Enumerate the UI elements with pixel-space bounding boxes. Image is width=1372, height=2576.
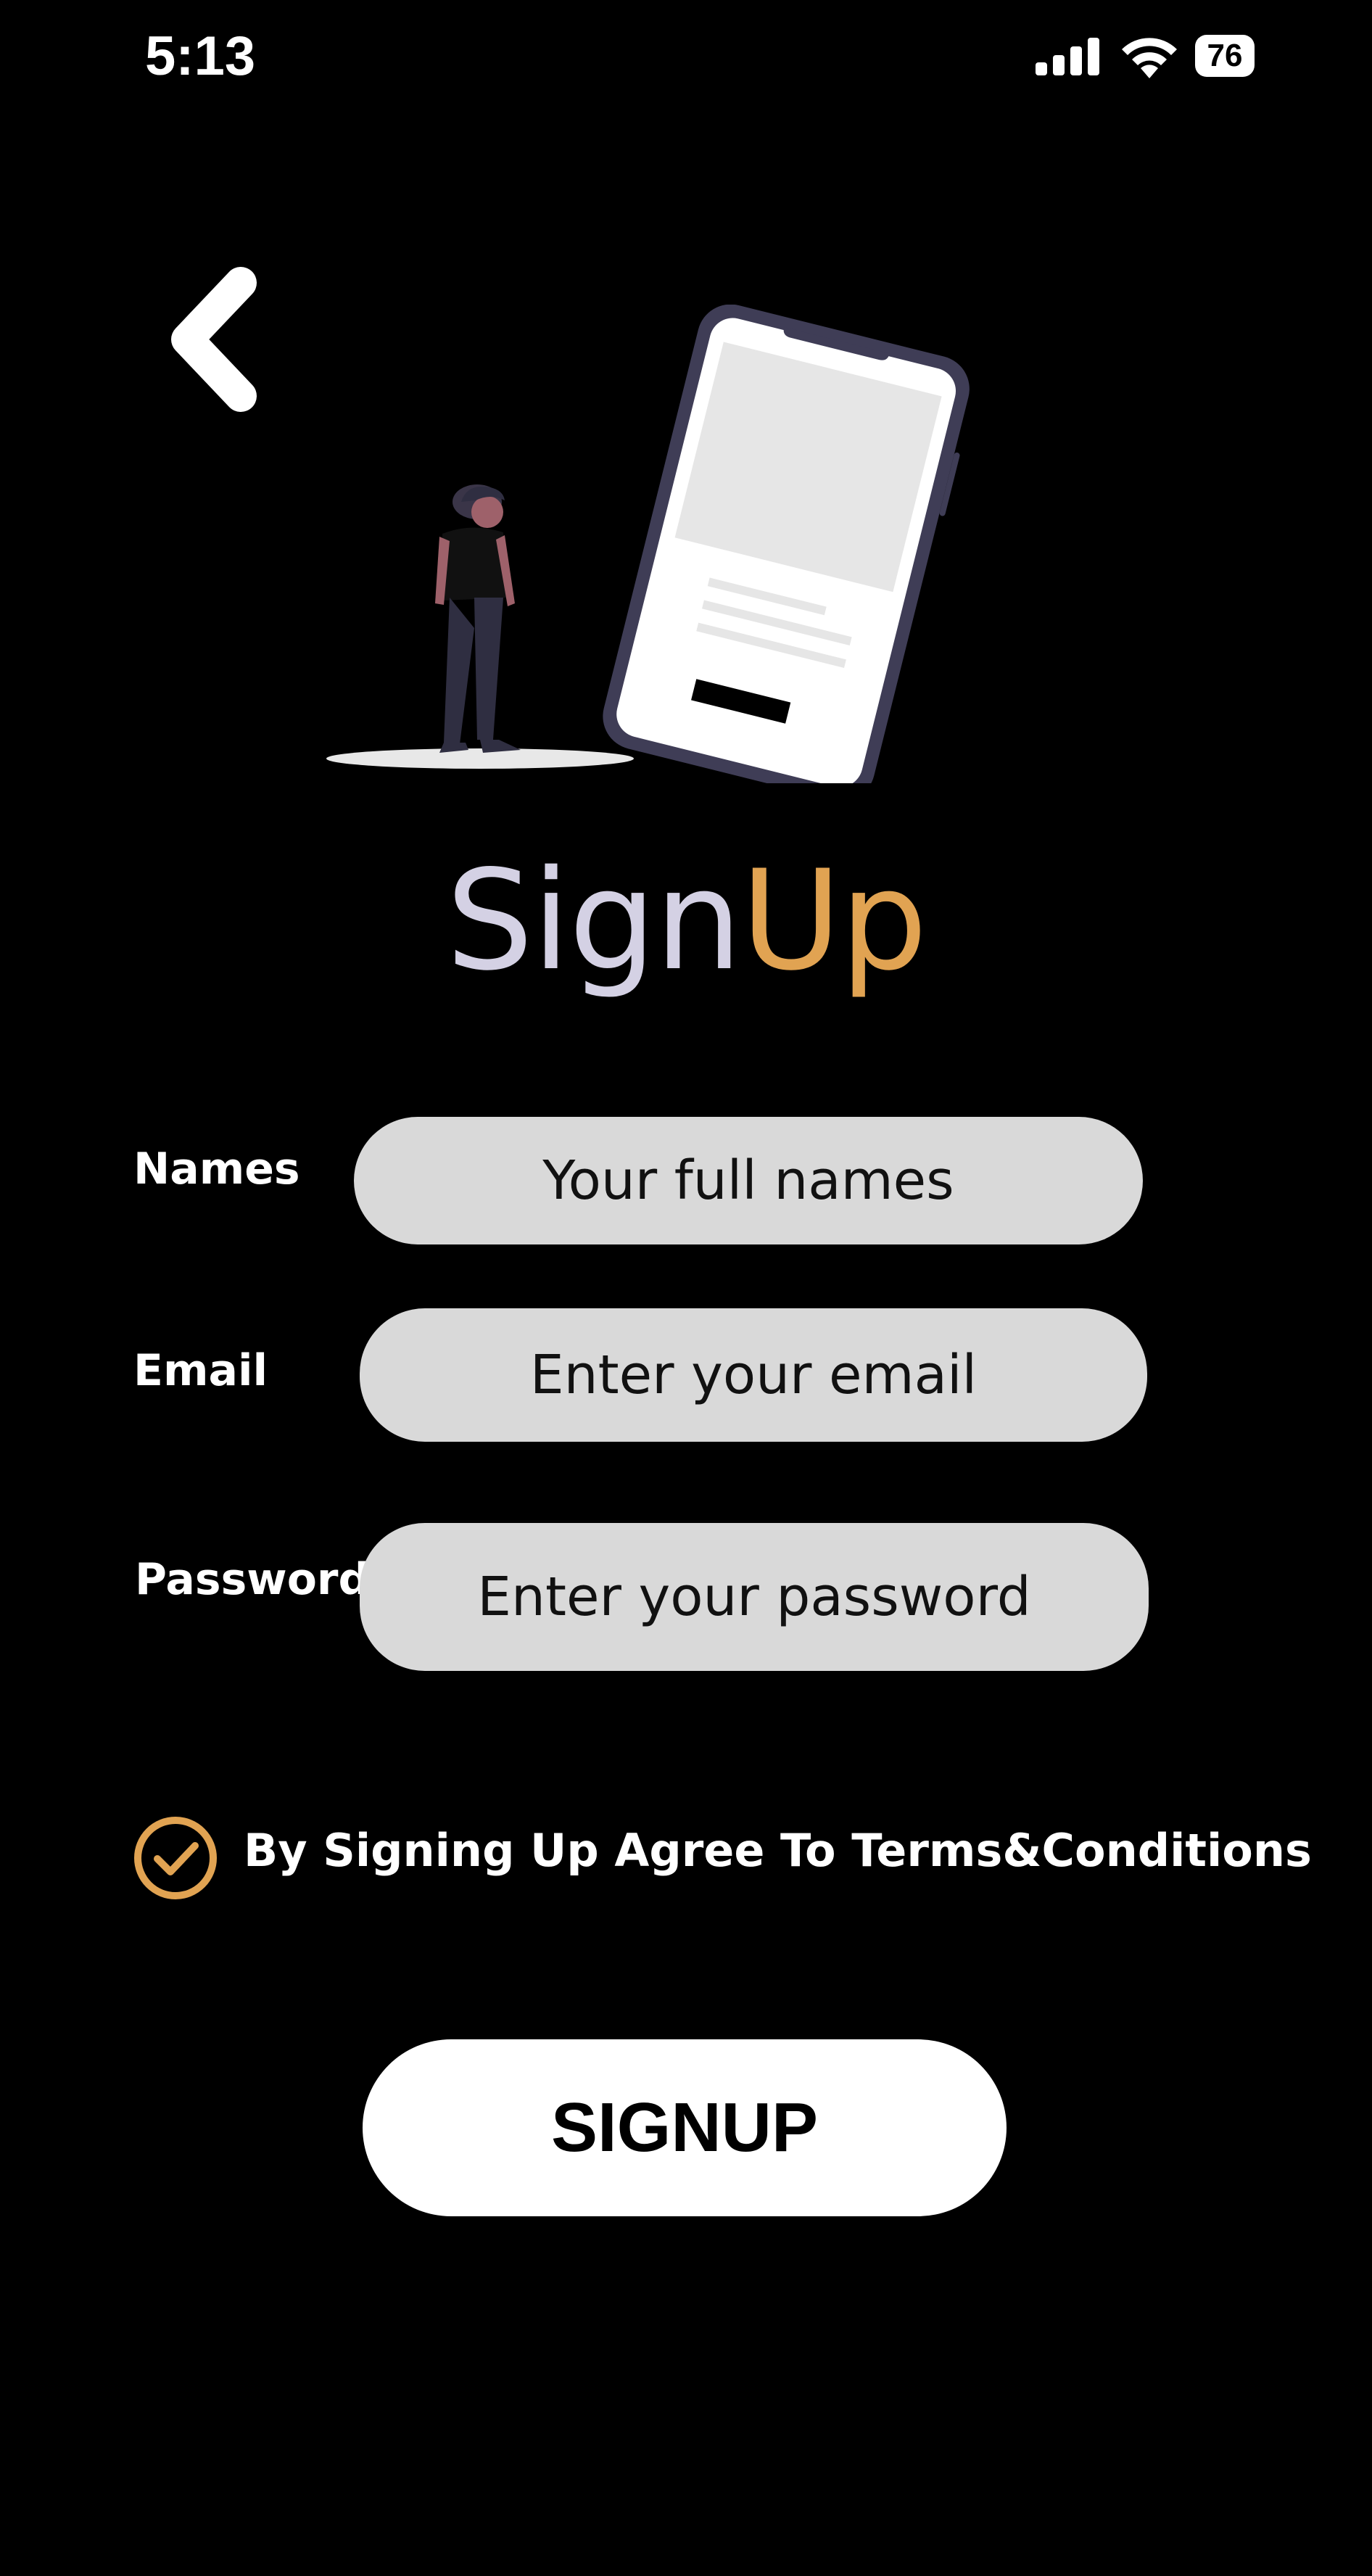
terms-checkbox[interactable]	[133, 1815, 218, 1901]
phone-illustration	[603, 305, 970, 783]
back-button[interactable]	[160, 261, 276, 421]
signup-button[interactable]: SIGNUP	[363, 2039, 1007, 2216]
names-input[interactable]	[354, 1117, 1143, 1244]
password-input[interactable]	[360, 1523, 1149, 1671]
email-input[interactable]	[360, 1308, 1147, 1442]
person-illustration	[435, 484, 521, 753]
status-time: 5:13	[145, 25, 256, 87]
status-icons: 76	[1036, 32, 1260, 83]
names-label: Names	[133, 1144, 300, 1194]
title-up: Up	[740, 841, 927, 1001]
title-sign: Sign	[445, 841, 742, 1001]
battery-icon: 76	[1195, 35, 1255, 77]
page-title: SignUp	[0, 834, 1372, 1008]
signup-illustration	[326, 305, 970, 783]
chevron-left-icon	[171, 267, 257, 412]
wifi-icon	[1122, 38, 1177, 78]
email-label: Email	[133, 1345, 268, 1396]
terms-label[interactable]: By Signing Up Agree To Terms&Conditions	[244, 1822, 1312, 1880]
password-label: Password	[135, 1554, 370, 1605]
cellular-signal-icon	[1036, 38, 1099, 75]
check-circle-icon	[134, 1817, 217, 1899]
